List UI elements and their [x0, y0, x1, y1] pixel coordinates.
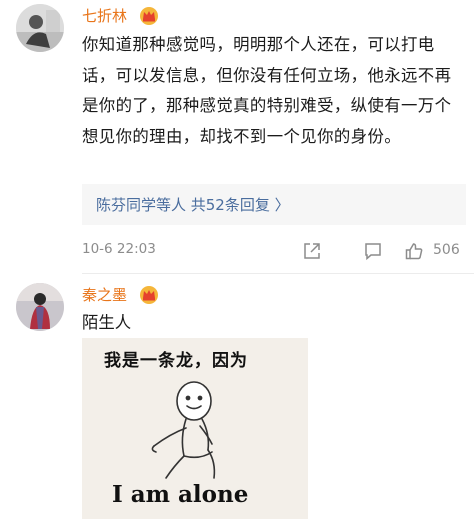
thumbs-up-icon[interactable] [404, 241, 424, 261]
reply-summary-link[interactable]: 陈芬同学等人 共52条回复 〉 [96, 194, 290, 215]
avatar[interactable] [16, 283, 64, 331]
comment-text: 你知道那种感觉吗，明明那个人还在，可以打电话，可以发信息，但你没有任何立场，他永… [82, 35, 452, 146]
meme-bottom-text: I am alone [112, 481, 249, 508]
avatar[interactable] [16, 4, 64, 52]
share-icon[interactable] [302, 241, 322, 261]
username[interactable]: 秦之墨 [82, 285, 127, 305]
crown-badge-icon [139, 6, 159, 26]
crown-badge-icon [139, 285, 159, 305]
comment-text: 陌生人 [82, 313, 132, 332]
username[interactable]: 七折林 [82, 6, 127, 26]
comment-meta-row: 10-6 22:03 506 [82, 241, 466, 263]
comment-icon[interactable] [363, 241, 383, 261]
reply-summary-box[interactable]: 陈芬同学等人 共52条回复 〉 [82, 184, 466, 225]
like-count: 506 [433, 242, 460, 258]
divider [82, 273, 474, 274]
meme-image[interactable]: 我是一条龙，因为 I am alone [82, 338, 308, 519]
timestamp: 10-6 22:03 [82, 241, 156, 257]
